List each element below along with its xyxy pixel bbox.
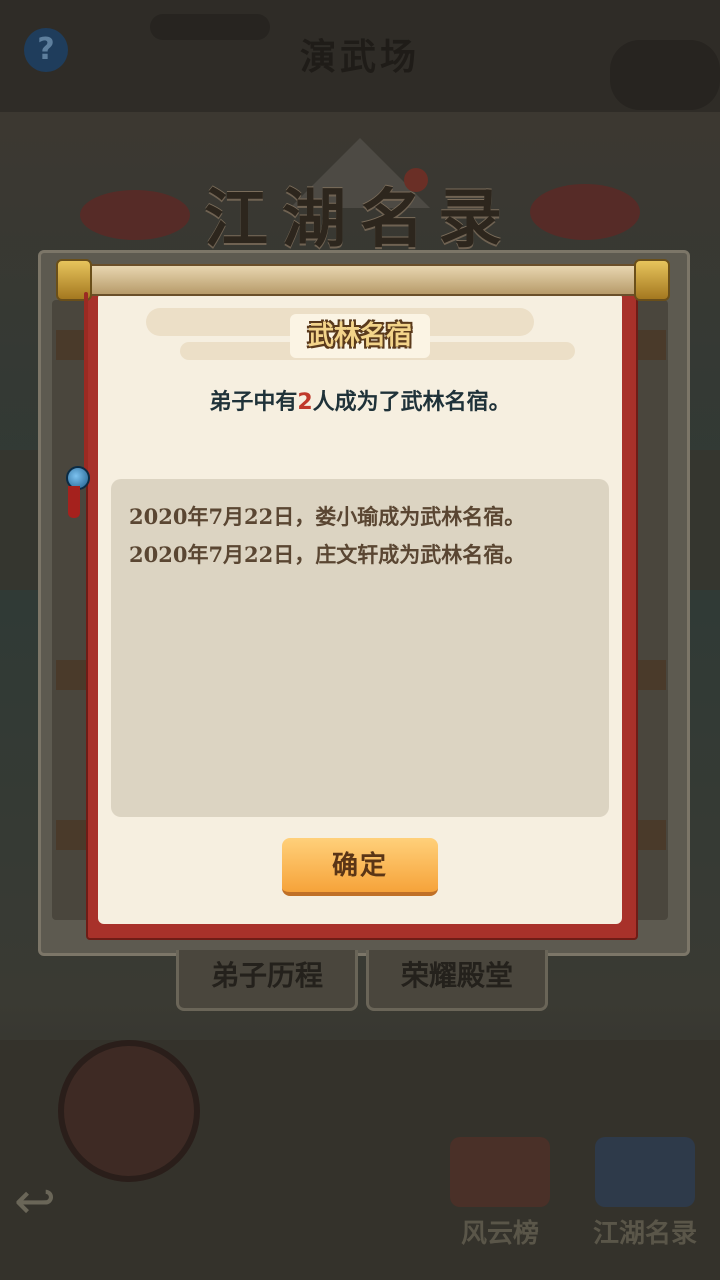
record-list[interactable]: 2020年7月22日，娄小瑜成为武林名宿。 2020年7月22日，庄文轩成为武林…: [111, 479, 609, 817]
drum-decoration: [58, 1040, 200, 1182]
shelf-bracket: [56, 820, 86, 850]
scroll-rod: [60, 264, 668, 296]
fengyun-rank-button[interactable]: 风云榜: [440, 1137, 560, 1250]
jianghu-directory-label: 江湖名录: [592, 1219, 697, 1249]
dialog-summary: 弟子中有2人成为了武林名宿。: [98, 384, 622, 416]
shelf-bracket: [636, 820, 666, 850]
scene-title: 演武场: [299, 36, 420, 78]
back-arrow-icon[interactable]: ↩: [14, 1176, 92, 1226]
tab-hall-of-honor[interactable]: 荣耀殿堂: [366, 950, 548, 1011]
scroll-rod-end: [634, 259, 670, 301]
tab-disciple-history[interactable]: 弟子历程: [176, 950, 358, 1011]
summary-suffix: 人成为了武林名宿。: [312, 390, 511, 415]
dialog-title: 武林名宿: [290, 314, 430, 358]
shelf-bracket: [636, 330, 666, 360]
tassel-cord: [84, 292, 88, 472]
scroll-list-icon: [450, 1137, 550, 1207]
directory-header-title: 江湖名录: [204, 182, 516, 257]
summary-prefix: 弟子中有: [209, 390, 298, 415]
list-item: 2020年7月22日，娄小瑜成为武林名宿。: [129, 504, 526, 529]
tassel-decoration: [68, 486, 80, 518]
shelf-bracket: [56, 330, 86, 360]
summary-count: 2: [297, 390, 313, 415]
shelf-bracket: [636, 660, 666, 690]
book-icon: [595, 1137, 695, 1207]
jianghu-directory-button[interactable]: 江湖名录: [580, 1137, 710, 1250]
list-item: 2020年7月22日，庄文轩成为武林名宿。: [129, 542, 526, 567]
shelf-bracket: [56, 660, 86, 690]
confirm-button[interactable]: 确定: [282, 838, 438, 896]
fengyun-rank-label: 风云榜: [460, 1219, 539, 1249]
